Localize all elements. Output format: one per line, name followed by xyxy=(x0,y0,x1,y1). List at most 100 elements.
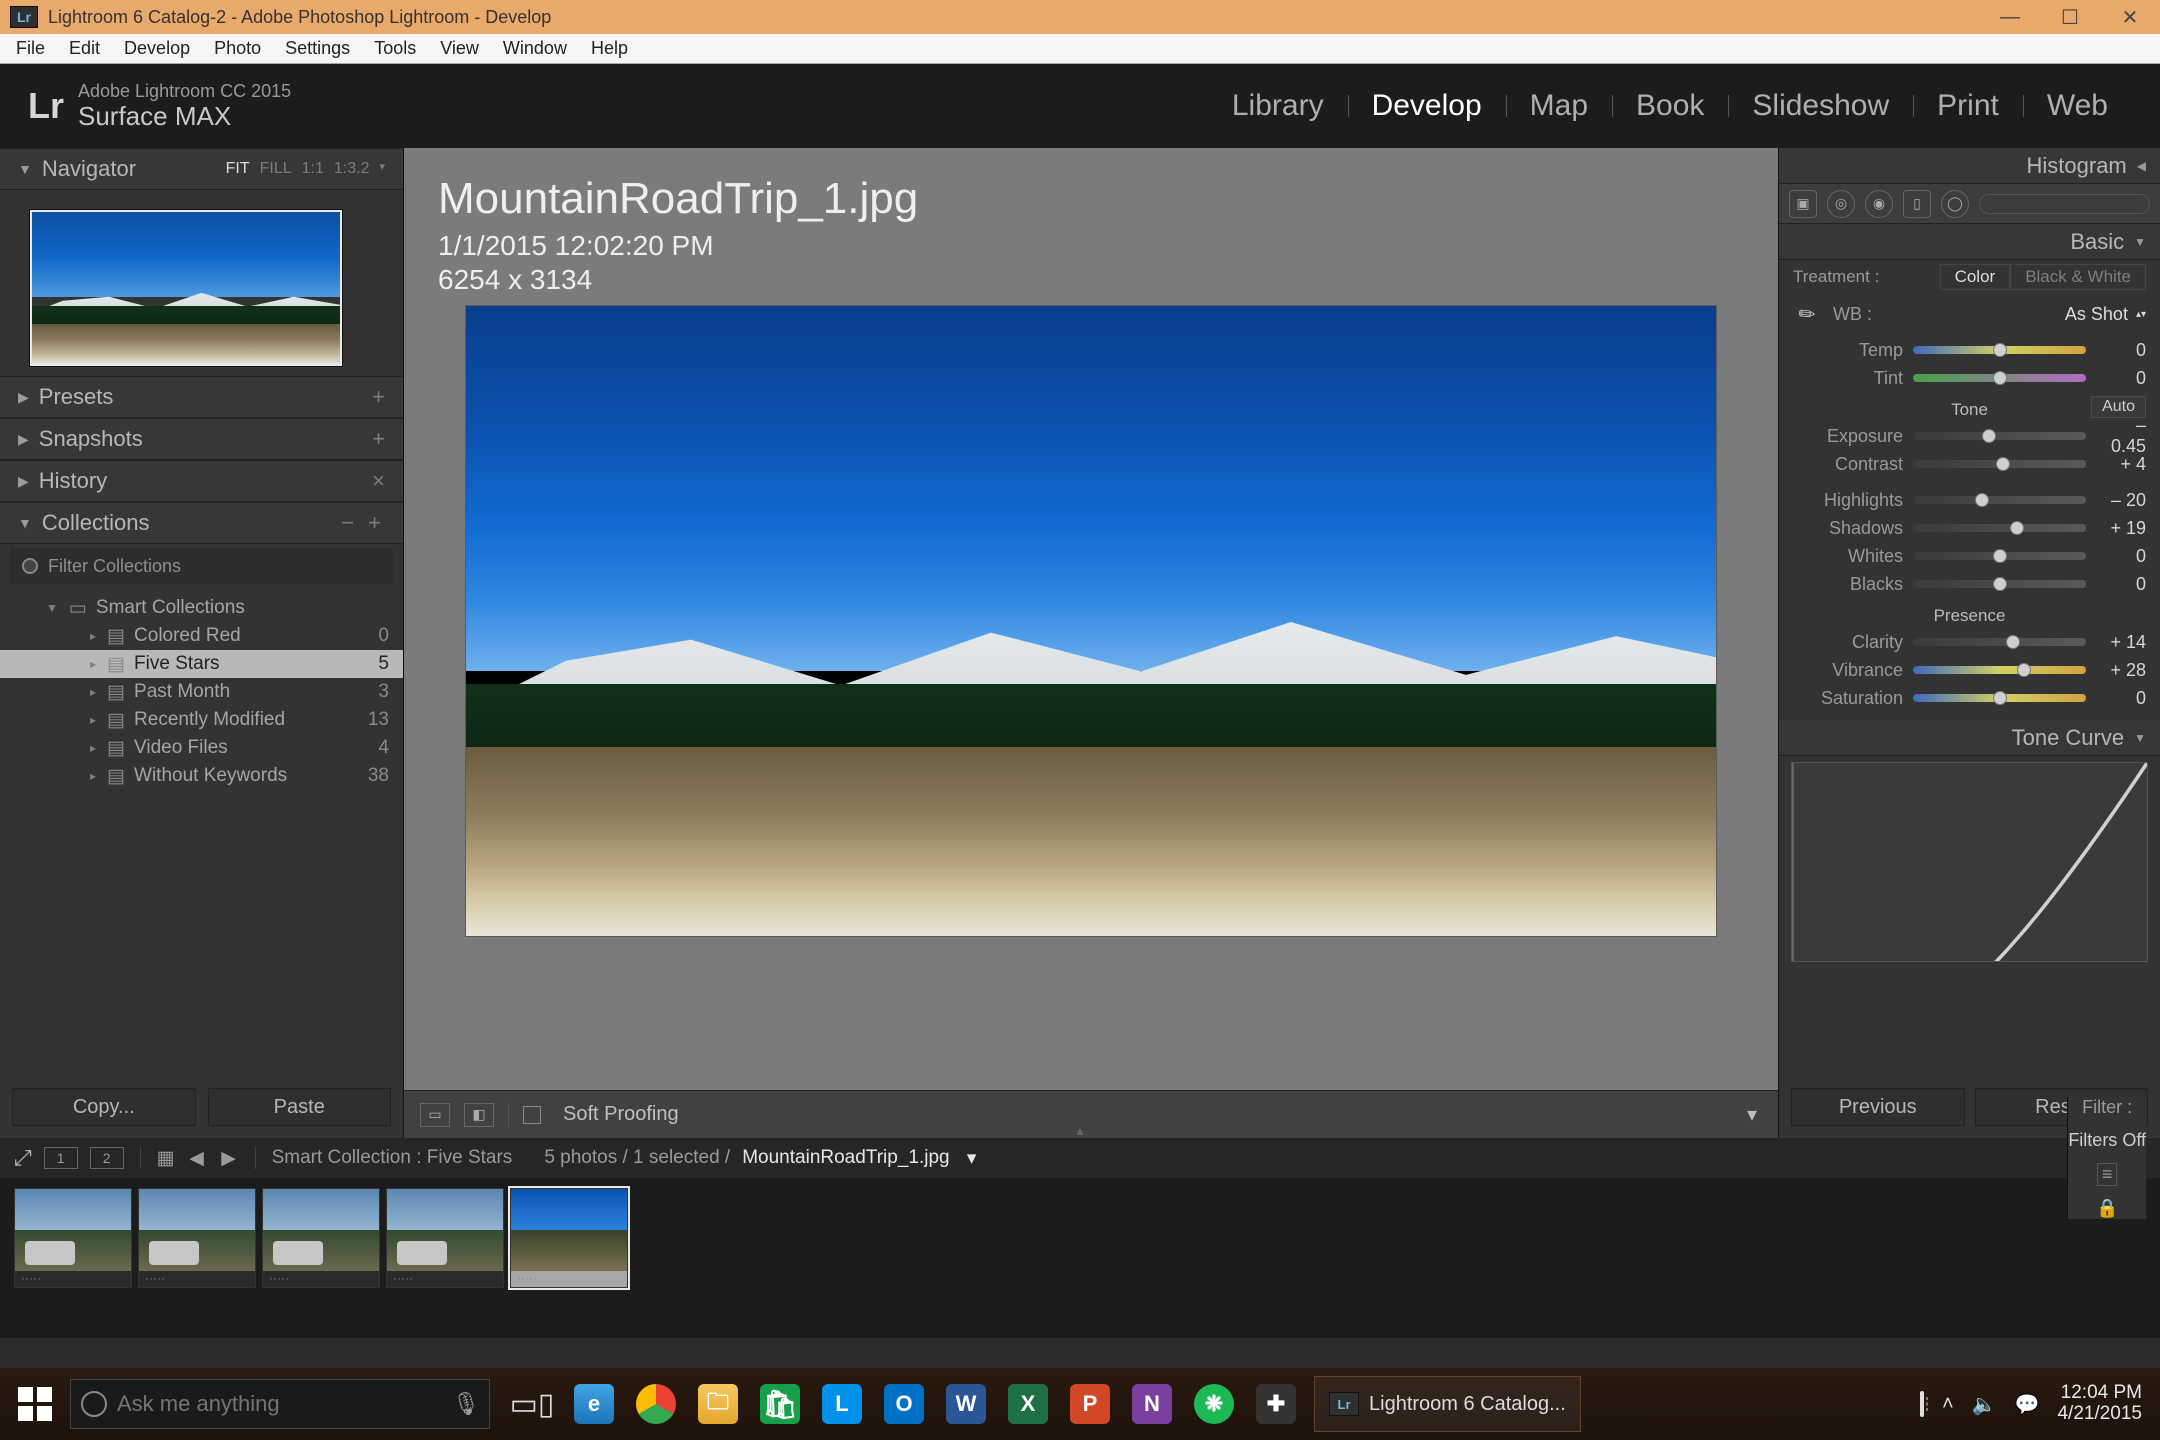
filmstrip-thumb-selected[interactable]: ····· xyxy=(510,1188,628,1288)
collections-header[interactable]: ▼ Collections − + xyxy=(0,502,403,544)
filmstrip-thumb[interactable]: ····· xyxy=(386,1188,504,1288)
menu-photo[interactable]: Photo xyxy=(204,36,271,61)
contrast-slider[interactable]: Contrast + 4 xyxy=(1793,450,2146,478)
word-app[interactable]: W xyxy=(938,1376,994,1432)
explorer-app[interactable]: 🗀 xyxy=(690,1376,746,1432)
module-print[interactable]: Print xyxy=(1913,89,2023,123)
presets-header[interactable]: ▶ Presets + xyxy=(0,376,403,418)
panel-collapse-icon[interactable]: ▲ xyxy=(1050,1124,1110,1138)
tonecurve-graph[interactable] xyxy=(1791,762,2148,962)
clarity-slider[interactable]: Clarity + 14 xyxy=(1793,628,2146,656)
treatment-color[interactable]: Color xyxy=(1940,264,2011,290)
filmstrip-thumb[interactable]: ····· xyxy=(14,1188,132,1288)
histogram-header[interactable]: Histogram ◀ xyxy=(1779,148,2160,184)
excel-app[interactable]: X xyxy=(1000,1376,1056,1432)
brush-tool[interactable] xyxy=(1979,194,2150,214)
paste-button[interactable]: Paste xyxy=(208,1088,392,1126)
microphone-icon[interactable]: 🎙 xyxy=(443,1391,489,1417)
before-after-icon[interactable]: ◧ xyxy=(464,1103,494,1127)
auto-tone-button[interactable]: Auto xyxy=(2091,396,2146,418)
snapshots-header[interactable]: ▶ Snapshots + xyxy=(0,418,403,460)
clear-history-button[interactable]: × xyxy=(372,468,385,494)
menu-window[interactable]: Window xyxy=(493,36,577,61)
collection-five-stars[interactable]: ▸ ▤ Five Stars 5 xyxy=(0,650,403,678)
exposure-slider[interactable]: Exposure – 0.45 xyxy=(1793,422,2146,450)
history-header[interactable]: ▶ History × xyxy=(0,460,403,502)
minimize-button[interactable]: — xyxy=(1980,0,2040,34)
menu-edit[interactable]: Edit xyxy=(59,36,110,61)
spot-tool[interactable]: ◎ xyxy=(1827,190,1855,218)
filter-collections-input[interactable]: Filter Collections xyxy=(10,548,393,584)
treatment-bw[interactable]: Black & White xyxy=(2010,264,2146,290)
add-preset-button[interactable]: + xyxy=(372,384,385,410)
outlook-app[interactable]: O xyxy=(876,1376,932,1432)
previous-button[interactable]: Previous xyxy=(1791,1088,1965,1126)
tonecurve-header[interactable]: Tone Curve ▼ xyxy=(1779,720,2160,756)
collection-add-remove[interactable]: − + xyxy=(341,510,385,536)
smart-collections-folder[interactable]: ▼ ▭ Smart Collections xyxy=(0,594,403,622)
tray-volume-icon[interactable]: 🔈 xyxy=(1972,1392,1997,1417)
monitor-1-button[interactable]: 1 xyxy=(44,1147,78,1169)
breadcrumb-path[interactable]: Smart Collection : Five Stars xyxy=(272,1147,513,1169)
image-canvas[interactable] xyxy=(466,306,1716,936)
temp-slider[interactable]: Temp 0 xyxy=(1793,336,2146,364)
identity-plate[interactable]: Adobe Lightroom CC 2015 Surface MAX xyxy=(78,82,291,130)
tray-up-icon[interactable]: ˄ xyxy=(1942,1393,1954,1416)
unknown-app[interactable]: ✚ xyxy=(1248,1376,1304,1432)
blacks-slider[interactable]: Blacks 0 xyxy=(1793,570,2146,598)
second-window-icon[interactable]: ⤢ xyxy=(14,1145,32,1171)
collection-past-month[interactable]: ▸ ▤ Past Month 3 xyxy=(0,678,403,706)
menu-tools[interactable]: Tools xyxy=(364,36,426,61)
collection-video-files[interactable]: ▸ ▤ Video Files 4 xyxy=(0,734,403,762)
highlights-slider[interactable]: Highlights – 20 xyxy=(1793,486,2146,514)
zoom-fill[interactable]: FILL xyxy=(260,160,292,178)
monitor-2-button[interactable]: 2 xyxy=(90,1147,124,1169)
saturation-slider[interactable]: Saturation 0 xyxy=(1793,684,2146,712)
grad-filter-tool[interactable]: ▯ xyxy=(1903,190,1931,218)
filter-value[interactable]: Filters Off xyxy=(2068,1130,2146,1151)
crop-tool[interactable]: ▣ xyxy=(1789,190,1817,218)
tray-notifications-icon[interactable]: 💬 xyxy=(2015,1392,2040,1417)
redeye-tool[interactable]: ◉ xyxy=(1865,190,1893,218)
tray-clock[interactable]: 12:04 PM 4/21/2015 xyxy=(2057,1383,2142,1425)
chrome-app[interactable] xyxy=(628,1376,684,1432)
module-library[interactable]: Library xyxy=(1208,89,1348,123)
maximize-button[interactable]: ☐ xyxy=(2040,0,2100,34)
collection-colored-red[interactable]: ▸ ▤ Colored Red 0 xyxy=(0,622,403,650)
filmstrip[interactable]: ····· ····· ····· ····· ····· xyxy=(0,1178,2160,1338)
navigator-preview[interactable] xyxy=(0,190,403,376)
menu-settings[interactable]: Settings xyxy=(275,36,360,61)
task-view-icon[interactable]: ▭▯ xyxy=(504,1376,560,1432)
nav-prev-button[interactable]: ◀ xyxy=(187,1147,207,1170)
module-book[interactable]: Book xyxy=(1612,89,1728,123)
zoom-1to1[interactable]: 1:1 xyxy=(302,160,324,178)
filmstrip-thumb[interactable]: ····· xyxy=(138,1188,256,1288)
lync-app[interactable]: L xyxy=(814,1376,870,1432)
onenote-app[interactable]: N xyxy=(1124,1376,1180,1432)
wb-dropper-icon[interactable]: ✎ xyxy=(1787,294,1826,333)
close-button[interactable]: ✕ xyxy=(2100,0,2160,34)
basic-header[interactable]: Basic ▼ xyxy=(1779,224,2160,260)
collection-without-keywords[interactable]: ▸ ▤ Without Keywords 38 xyxy=(0,762,403,790)
navigator-header[interactable]: ▼ Navigator FIT FILL 1:1 1:3.2 ▾ xyxy=(0,148,403,190)
ie-app[interactable]: e xyxy=(566,1376,622,1432)
start-button[interactable] xyxy=(0,1368,70,1440)
zoom-fit[interactable]: FIT xyxy=(226,160,250,178)
menu-develop[interactable]: Develop xyxy=(114,36,200,61)
module-map[interactable]: Map xyxy=(1506,89,1612,123)
vibrance-slider[interactable]: Vibrance + 28 xyxy=(1793,656,2146,684)
search-input[interactable] xyxy=(117,1391,443,1417)
cortana-search[interactable]: 🎙 xyxy=(70,1379,490,1429)
add-snapshot-button[interactable]: + xyxy=(372,426,385,452)
module-develop[interactable]: Develop xyxy=(1348,89,1506,123)
filmstrip-thumb[interactable]: ····· xyxy=(262,1188,380,1288)
menu-help[interactable]: Help xyxy=(581,36,638,61)
loupe-view-icon[interactable]: ▭ xyxy=(420,1103,450,1127)
zoom-custom[interactable]: 1:3.2 xyxy=(334,160,370,178)
copy-button[interactable]: Copy... xyxy=(12,1088,196,1126)
nav-next-button[interactable]: ▶ xyxy=(219,1147,239,1170)
whites-slider[interactable]: Whites 0 xyxy=(1793,542,2146,570)
powerpoint-app[interactable]: P xyxy=(1062,1376,1118,1432)
grid-icon[interactable]: ▦ xyxy=(157,1147,175,1170)
module-web[interactable]: Web xyxy=(2023,89,2132,123)
